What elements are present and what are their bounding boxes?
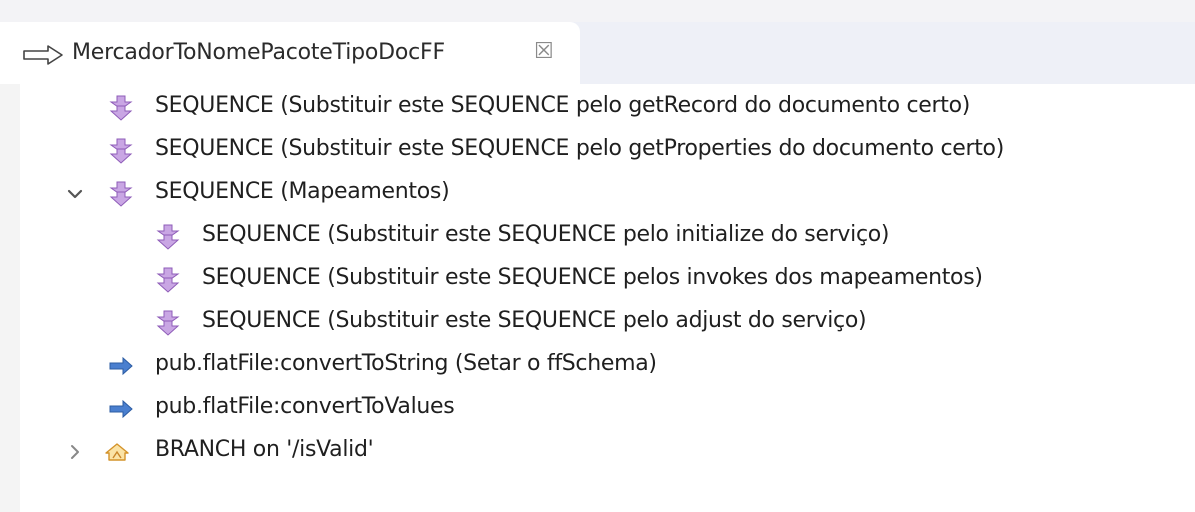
editor-tab[interactable]: MercadorToNomePacoteTipoDocFF ☒ (0, 22, 580, 84)
tree-row-label: pub.flatFile:convertToValues (155, 394, 455, 419)
tree-row-invoke[interactable]: pub.flatFile:convertToString (Setar o ff… (0, 345, 1195, 387)
tree-row-sequence[interactable]: SEQUENCE (Substituir este SEQUENCE pelo … (0, 87, 1195, 129)
editor-tab-title: MercadorToNomePacoteTipoDocFF (72, 40, 445, 65)
tree-row-label: SEQUENCE (Mapeamentos) (155, 179, 450, 204)
sequence-icon (109, 138, 133, 164)
sequence-icon (156, 310, 180, 336)
sequence-icon (109, 181, 133, 207)
tree-row-label: SEQUENCE (Substituir este SEQUENCE pelos… (202, 265, 983, 290)
invoke-arrow-icon (109, 399, 133, 419)
tree-row-label: SEQUENCE (Substituir este SEQUENCE pelo … (155, 93, 971, 118)
flow-service-icon (23, 45, 63, 65)
close-icon[interactable]: ☒ (534, 39, 554, 64)
editor-tab-bar: MercadorToNomePacoteTipoDocFF ☒ (0, 22, 1195, 84)
tree-row-sequence[interactable]: SEQUENCE (Mapeamentos) (0, 173, 1195, 215)
chevron-right-icon[interactable] (64, 441, 86, 463)
invoke-arrow-icon (109, 356, 133, 376)
flow-tree-view: SEQUENCE (Substituir este SEQUENCE pelo … (0, 84, 1195, 512)
sequence-icon (109, 95, 133, 121)
tree-row-label: SEQUENCE (Substituir este SEQUENCE pelo … (202, 222, 890, 247)
chevron-down-icon[interactable] (64, 183, 86, 205)
tree-row-label: SEQUENCE (Substituir este SEQUENCE pelo … (155, 136, 1005, 161)
tree-row-label: pub.flatFile:convertToString (Setar o ff… (155, 351, 657, 376)
tree-row-sequence[interactable]: SEQUENCE (Substituir este SEQUENCE pelo … (0, 216, 1195, 258)
tree-row-sequence[interactable]: SEQUENCE (Substituir este SEQUENCE pelo … (0, 302, 1195, 344)
tree-row-branch[interactable]: BRANCH on '/isValid' (0, 431, 1195, 473)
tree-row-sequence[interactable]: SEQUENCE (Substituir este SEQUENCE pelos… (0, 259, 1195, 301)
sequence-icon (156, 267, 180, 293)
window-top-strip (0, 0, 1195, 22)
tree-row-sequence[interactable]: SEQUENCE (Substituir este SEQUENCE pelo … (0, 130, 1195, 172)
tree-row-invoke[interactable]: pub.flatFile:convertToValues (0, 388, 1195, 430)
tree-row-label: SEQUENCE (Substituir este SEQUENCE pelo … (202, 308, 867, 333)
sequence-icon (156, 224, 180, 250)
tree-row-label: BRANCH on '/isValid' (155, 437, 374, 462)
branch-icon (105, 443, 129, 461)
